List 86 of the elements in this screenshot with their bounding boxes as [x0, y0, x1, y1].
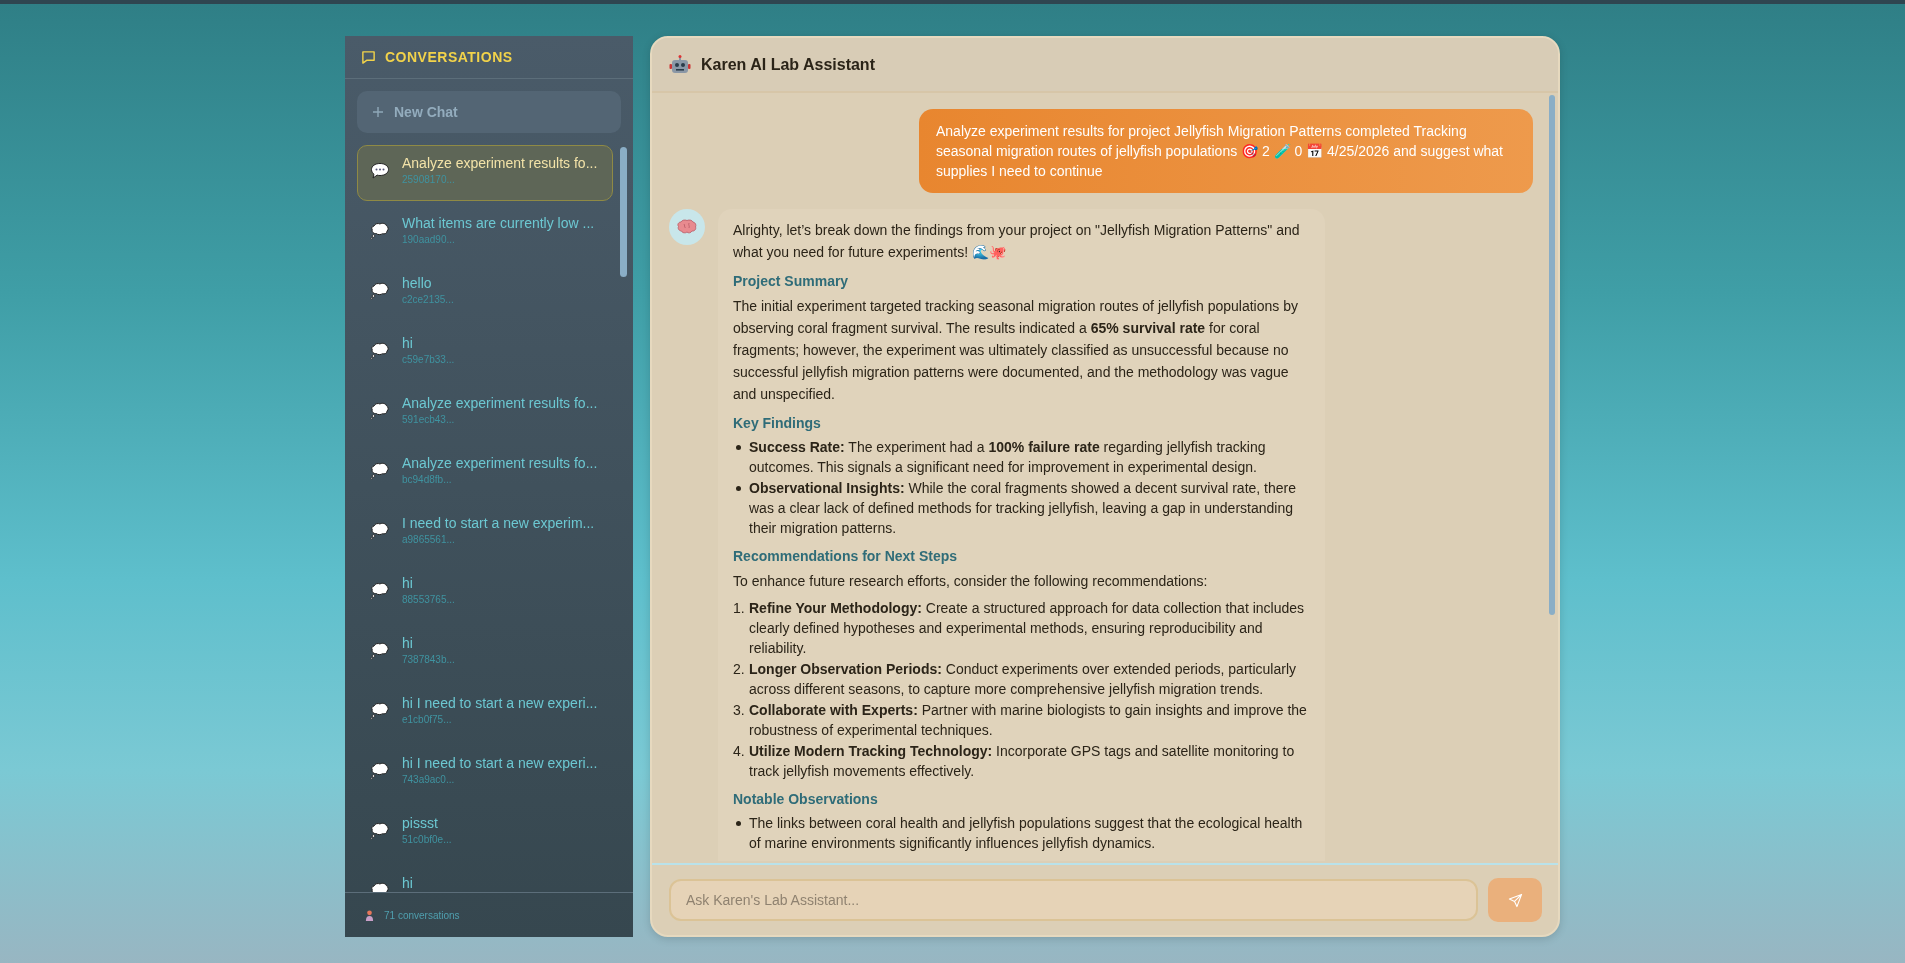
section-heading: Recommendations for Next Steps: [733, 547, 959, 566]
conversation-title: I need to start a new experim...: [402, 515, 595, 531]
chat-icon: [361, 49, 376, 65]
conversation-item[interactable]: hello c2ce2135...: [357, 265, 613, 325]
brain-avatar-icon: [669, 209, 705, 245]
message-paragraph: To enhance future research efforts, consider the following recommendations:: [733, 572, 1209, 591]
section-heading: Project Summary: [733, 272, 850, 291]
message-paragraph: Alrighty, let’s break down the findings from your project on "Jellyfish Migration Patterns" and what you need for future experiments! 🌊🐙: [733, 221, 1301, 262]
thought-bubble-icon: [370, 702, 390, 720]
conversation-item[interactable]: hi 88553765...: [357, 565, 613, 625]
conversation-count: 71 conversations: [384, 909, 460, 921]
list-item-text: Longer Observation Periods: Conduct experiments over extended periods, particularly across different seasons, to capture more comprehensive jellyfish migration trends.: [749, 660, 1297, 699]
conversation-id: 7387843b...: [402, 654, 455, 665]
conversation-title: Analyze experiment results fo...: [402, 155, 598, 171]
robot-icon: [669, 54, 691, 75]
thought-bubble-icon: [370, 342, 390, 360]
conversation-title: What items are currently low ...: [402, 215, 595, 231]
bullet-icon: [736, 445, 741, 450]
conversation-id: 591ecb43...: [402, 414, 456, 425]
conversation-item[interactable]: What items are currently low ... 190aad90...: [357, 205, 613, 265]
list-number: 4.: [733, 742, 746, 761]
list-item-text: Utilize Modern Tracking Technology: Incorporate GPS tags and satellite monitoring to track jellyfish movements effectively.: [749, 742, 1296, 781]
conversation-item[interactable]: Analyze experiment results fo... bc94d8fb...: [357, 445, 613, 505]
message-paragraph: The initial experiment targeted tracking seasonal migration routes of jellyfish populations by observing coral fragment survival. The results indicated a 65% survival rate for coral fragments; however, the experiment was ultimately classified as unsuccessful because no successful jellyfish migration patterns were documented, and the methodology was vague and unspecified.: [733, 297, 1299, 404]
plus-icon: [372, 106, 384, 118]
speech-bubble-icon: [370, 162, 390, 180]
conversation-item[interactable]: hi I need to start a new experi... e1cb0f75...: [357, 685, 613, 745]
conversation-title: Analyze experiment results fo...: [402, 455, 598, 471]
conversation-title: Analyze experiment results fo...: [402, 395, 598, 411]
sidebar-title: CONVERSATIONS: [385, 49, 513, 65]
send-button[interactable]: [1488, 878, 1542, 922]
thought-bubble-icon: [370, 582, 390, 600]
conversation-title: hi: [402, 575, 414, 591]
conversation-id: bc94d8fb...: [402, 474, 453, 485]
conversation-item[interactable]: hi 7387843b...: [357, 625, 613, 685]
conversation-title: hi I need to start a new experi...: [402, 695, 598, 711]
list-number: 1.: [733, 599, 746, 618]
thought-bubble-icon: [370, 282, 390, 300]
bullet-icon: [736, 821, 741, 826]
chat-title: Karen AI Lab Assistant: [701, 55, 875, 74]
conversation-item[interactable]: I need to start a new experim... a9865561...: [357, 505, 613, 565]
section-heading: Key Findings: [733, 414, 822, 433]
thought-bubble-icon: [370, 462, 390, 480]
list-number: 3.: [733, 701, 746, 720]
conversation-title: pissst: [402, 815, 439, 831]
list-item-text: Observational Insights: While the coral fragments showed a decent survival rate, there was a clear lack of defined methods for tracking jellyfish, leaving a gap in understanding their migration patterns.: [749, 479, 1297, 538]
conversation-id: 51c0bf0e...: [402, 834, 452, 845]
conversation-id: 743a9ac0...: [402, 774, 456, 785]
list-item-text: Refine Your Methodology: Create a structured approach for data collection that includes clearly defined hypotheses and experimental methods, ensuring reproducibility and reliability.: [749, 599, 1306, 658]
conversation-title: hello: [402, 275, 433, 291]
conversation-id: e1cb0f75...: [402, 714, 453, 725]
conversation-item[interactable]: Analyze experiment results fo... 25908170...: [357, 145, 613, 201]
conversation-title: hi: [402, 875, 413, 891]
conversation-id: 190aad90...: [402, 234, 456, 245]
list-item-text: The links between coral health and jellyfish populations suggest that the ecological health of marine environments significantly influences jellyfish dynamics.: [749, 814, 1304, 853]
list-item-text: Success Rate: The experiment had a 100% failure rate regarding jellyfish tracking outcomes. This signals a significant need for improvement in experimental design.: [749, 438, 1267, 477]
person-icon: [365, 909, 374, 921]
conversation-item[interactable]: hi c59e7b33...: [357, 325, 613, 385]
conversation-id: 25908170...: [402, 174, 456, 185]
thought-bubble-icon: [370, 402, 390, 420]
bullet-icon: [736, 486, 741, 491]
list-item-text: Collaborate with Experts: Partner with marine biologists to gain insights and improve the robustness of experimental techniques.: [749, 701, 1308, 740]
conversation-id: a9865561...: [402, 534, 456, 545]
message-input-field[interactable]: Ask Karen's Lab Assistant...: [669, 879, 1478, 921]
list-number: 2.: [733, 660, 746, 679]
section-heading: Notable Observations: [733, 790, 879, 809]
conversation-title: hi: [402, 335, 414, 351]
conversation-item[interactable]: pissst 51c0bf0e...: [357, 805, 613, 865]
thought-bubble-icon: [370, 822, 390, 840]
thought-bubble-icon: [370, 522, 390, 540]
new-chat-button[interactable]: New Chat: [357, 91, 621, 133]
conversation-item[interactable]: hi: [357, 865, 613, 892]
scrollbar-thumb[interactable]: [1549, 95, 1555, 615]
conversation-title: hi: [402, 635, 414, 651]
conversation-item[interactable]: hi I need to start a new experi... 743a9ac0...: [357, 745, 613, 805]
thought-bubble-icon: [370, 642, 390, 660]
conversation-id: c2ce2135...: [402, 294, 454, 305]
conversation-item[interactable]: Analyze experiment results fo... 591ecb43...: [357, 385, 613, 445]
conversation-title: hi I need to start a new experi...: [402, 755, 598, 771]
conversation-id: 88553765...: [402, 594, 455, 605]
user-message: Analyze experiment results for project Jellyfish Migration Patterns completed Tracking seasonal migration routes of jellyfish populations 🎯 2 🧪 0 📅 4/25/2026 and suggest what supplies I need to continue: [919, 109, 1533, 193]
send-icon: [1507, 892, 1523, 908]
thought-bubble-icon: [370, 222, 390, 240]
thought-bubble-icon: [370, 762, 390, 780]
scrollbar-thumb[interactable]: [620, 147, 627, 277]
conversation-id: c59e7b33...: [402, 354, 455, 365]
